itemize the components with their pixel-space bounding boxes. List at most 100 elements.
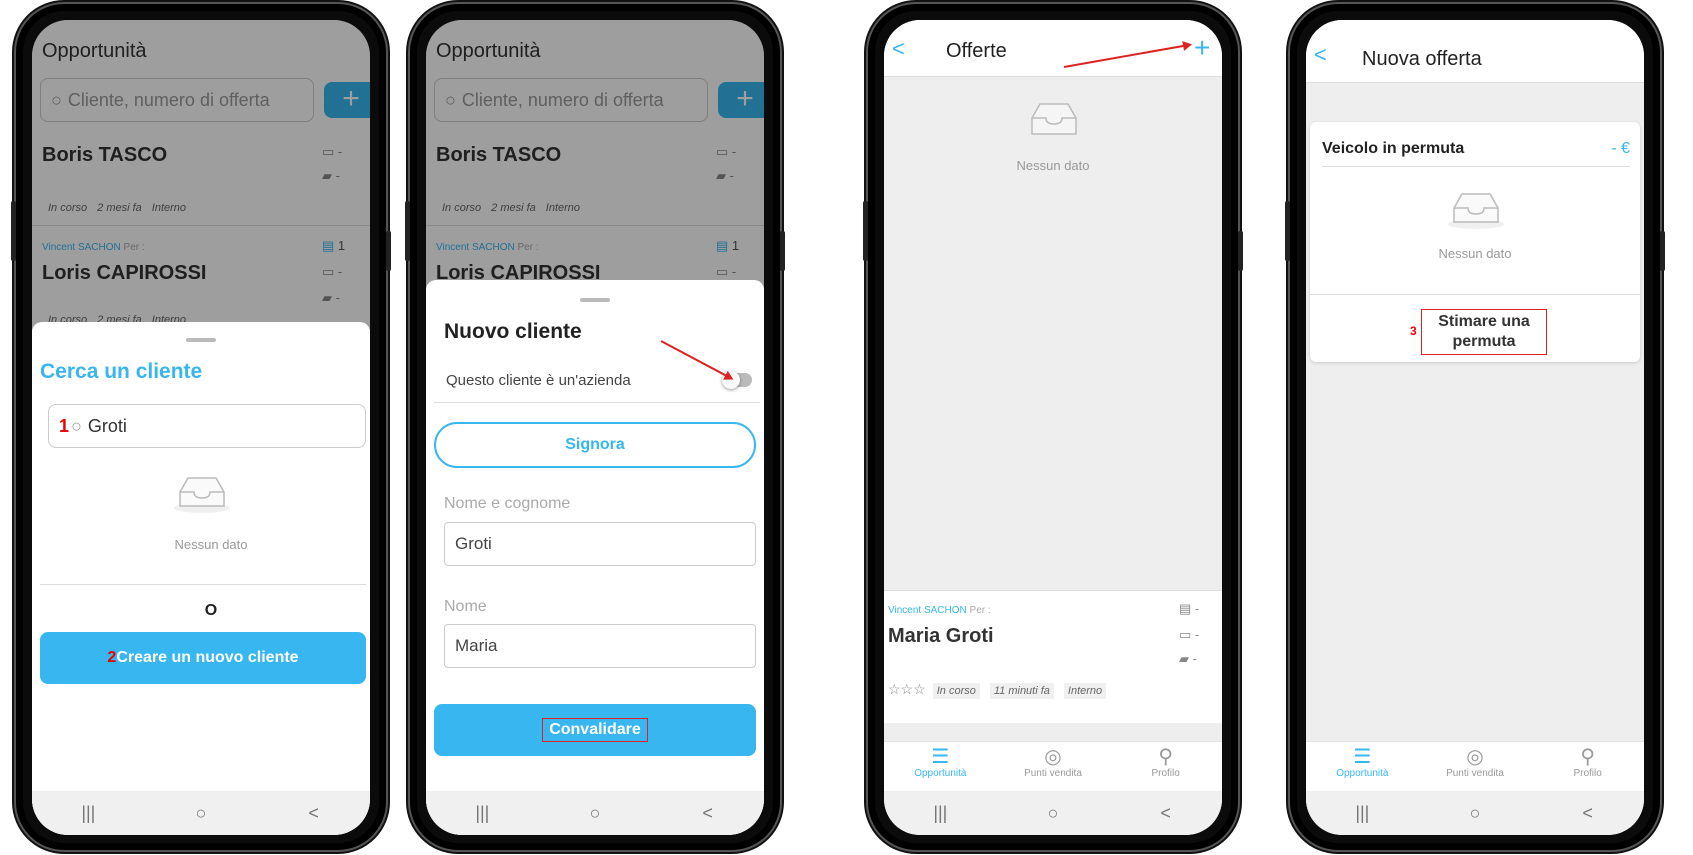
step-number: 2 — [107, 649, 117, 666]
system-nav-bar: ||| ○ < — [32, 791, 370, 835]
company-toggle-label: Questo cliente è un'azienda — [446, 372, 631, 389]
tab-bar: ☰ Opportunità ◎ Punti vendita ⚲ Profilo — [884, 741, 1222, 791]
back-icon[interactable]: < — [284, 803, 344, 824]
side-button — [1238, 231, 1243, 271]
home-icon[interactable]: ○ — [1023, 803, 1083, 824]
location-pin-icon: ◎ — [1044, 746, 1062, 768]
empty-state-text: Nessun dato — [1016, 158, 1090, 173]
system-nav-bar: ||| ○ < — [426, 791, 764, 835]
home-icon[interactable]: ○ — [565, 803, 625, 824]
back-icon[interactable]: < — [678, 803, 738, 824]
system-nav-bar: ||| ○ < — [1306, 791, 1644, 835]
system-nav-bar: ||| ○ < — [884, 791, 1222, 835]
firstname-field[interactable]: Maria — [444, 624, 756, 668]
fullname-label: Nome e cognome — [444, 495, 571, 512]
empty-state-text: Nessun dato — [1438, 246, 1512, 261]
phone-1: Opportunità ○ Cliente, numero di offerta… — [11, 4, 391, 850]
back-icon[interactable]: < — [1558, 803, 1618, 824]
create-customer-button[interactable]: 2 Creare un nuovo cliente — [40, 632, 366, 684]
bottom-sheet: Nuovo cliente Questo cliente è un'aziend… — [426, 280, 764, 835]
title-selector-button[interactable]: Signora — [434, 422, 756, 468]
tab-opportunities[interactable]: ☰ Opportunità — [1317, 746, 1407, 779]
side-button — [405, 201, 410, 261]
recent-apps-icon[interactable]: ||| — [910, 803, 970, 824]
list-icon: ☰ — [931, 746, 950, 768]
customer-search-input[interactable]: 1 ○ Groti — [48, 404, 366, 448]
step-number: 3 — [1410, 324, 1417, 338]
sheet-handle[interactable] — [580, 298, 610, 302]
trade-in-amount: - € — [1611, 140, 1630, 157]
cart-icon: ▭ - — [1179, 627, 1200, 642]
submit-button-label: Convalidare — [542, 718, 648, 742]
user-icon: ⚲ — [1158, 746, 1173, 768]
screen-3: < Offerte + Nessun dato Vincent SACHON P… — [884, 20, 1222, 835]
page-title: Nuova offerta — [1362, 48, 1482, 70]
empty-inbox-icon — [1448, 193, 1504, 229]
side-button — [780, 231, 785, 271]
app-header: < Offerte + — [884, 20, 1222, 77]
document-icon: ▤ - — [1179, 601, 1200, 616]
empty-state-text: Nessun dato — [174, 537, 248, 552]
submit-button[interactable]: Convalidare — [434, 704, 756, 756]
tab-profile[interactable]: ⚲ Profilo — [1121, 746, 1211, 779]
side-button — [386, 231, 391, 271]
screen-2: Opportunità ○ Cliente, numero di offerta… — [426, 20, 764, 835]
step-number: 1 — [59, 415, 70, 436]
tab-profile[interactable]: ⚲ Profilo — [1543, 746, 1633, 779]
sheet-title: Nuovo cliente — [444, 320, 582, 343]
side-button — [863, 201, 868, 261]
estimate-trade-in-button[interactable]: Stimare una permuta — [1421, 309, 1547, 355]
recent-apps-icon[interactable]: ||| — [1332, 803, 1392, 824]
tab-stores[interactable]: ◎ Punti vendita — [1008, 746, 1098, 779]
divider — [434, 402, 760, 403]
recent-apps-icon[interactable]: ||| — [452, 803, 512, 824]
back-icon[interactable]: < — [892, 36, 905, 62]
annotation-arrow — [660, 340, 733, 380]
tab-opportunities[interactable]: ☰ Opportunità — [895, 746, 985, 779]
bottom-sheet: Cerca un cliente 1 ○ Groti Nessun dato O… — [32, 322, 370, 835]
divider — [40, 584, 366, 585]
customer-name: Maria Groti — [888, 625, 994, 647]
phone-3: < Offerte + Nessun dato Vincent SACHON P… — [863, 4, 1243, 850]
side-button — [1285, 201, 1290, 261]
tab-stores[interactable]: ◎ Punti vendita — [1430, 746, 1520, 779]
back-icon[interactable]: < — [1314, 42, 1327, 68]
chat-icon: ▰ - — [1179, 651, 1197, 666]
location-pin-icon: ◎ — [1466, 746, 1484, 768]
or-separator: O — [204, 602, 218, 619]
divider — [1310, 294, 1640, 295]
side-button — [1660, 231, 1665, 271]
add-offer-icon[interactable]: + — [1194, 32, 1210, 64]
back-icon[interactable]: < — [1136, 803, 1196, 824]
list-icon: ☰ — [1353, 746, 1372, 768]
trade-in-card: Veicolo in permuta - € Nessun dato 3 Sti… — [1310, 122, 1640, 362]
screen-4: < Nuova offerta Veicolo in permuta - € N… — [1306, 20, 1644, 835]
fullname-field[interactable]: Groti — [444, 522, 756, 566]
user-icon: ⚲ — [1580, 746, 1595, 768]
home-icon[interactable]: ○ — [171, 803, 231, 824]
rating-stars-icon: ☆☆☆ — [888, 681, 926, 697]
screen-1: Opportunità ○ Cliente, numero di offerta… — [32, 20, 370, 835]
phone-4: < Nuova offerta Veicolo in permuta - € N… — [1285, 4, 1665, 850]
overlay — [426, 20, 764, 288]
annotation-arrow — [1063, 43, 1191, 68]
offer-card[interactable]: Vincent SACHON Per : ▤ - Maria Groti ▭ -… — [884, 590, 1222, 723]
side-button — [11, 201, 16, 261]
page-title: Offerte — [946, 40, 1007, 62]
search-icon: ○ — [71, 415, 82, 436]
home-icon[interactable]: ○ — [1445, 803, 1505, 824]
firstname-label: Nome — [444, 598, 487, 615]
app-header: < Nuova offerta — [1306, 20, 1644, 83]
divider — [1322, 166, 1630, 167]
recent-apps-icon[interactable]: ||| — [58, 803, 118, 824]
tab-bar: ☰ Opportunità ◎ Punti vendita ⚲ Profilo — [1306, 741, 1644, 791]
empty-inbox-icon — [1031, 103, 1077, 135]
sheet-handle[interactable] — [186, 338, 216, 342]
section-title: Veicolo in permuta — [1322, 140, 1465, 157]
empty-inbox-icon — [174, 477, 230, 513]
customer-tags: ☆☆☆ In corso 11 minuti fa Interno — [888, 681, 1116, 699]
sheet-title: Cerca un cliente — [40, 360, 203, 383]
agent-label: Vincent SACHON Per : — [888, 605, 991, 616]
overlay — [32, 20, 370, 330]
phone-2: Opportunità ○ Cliente, numero di offerta… — [405, 4, 785, 850]
